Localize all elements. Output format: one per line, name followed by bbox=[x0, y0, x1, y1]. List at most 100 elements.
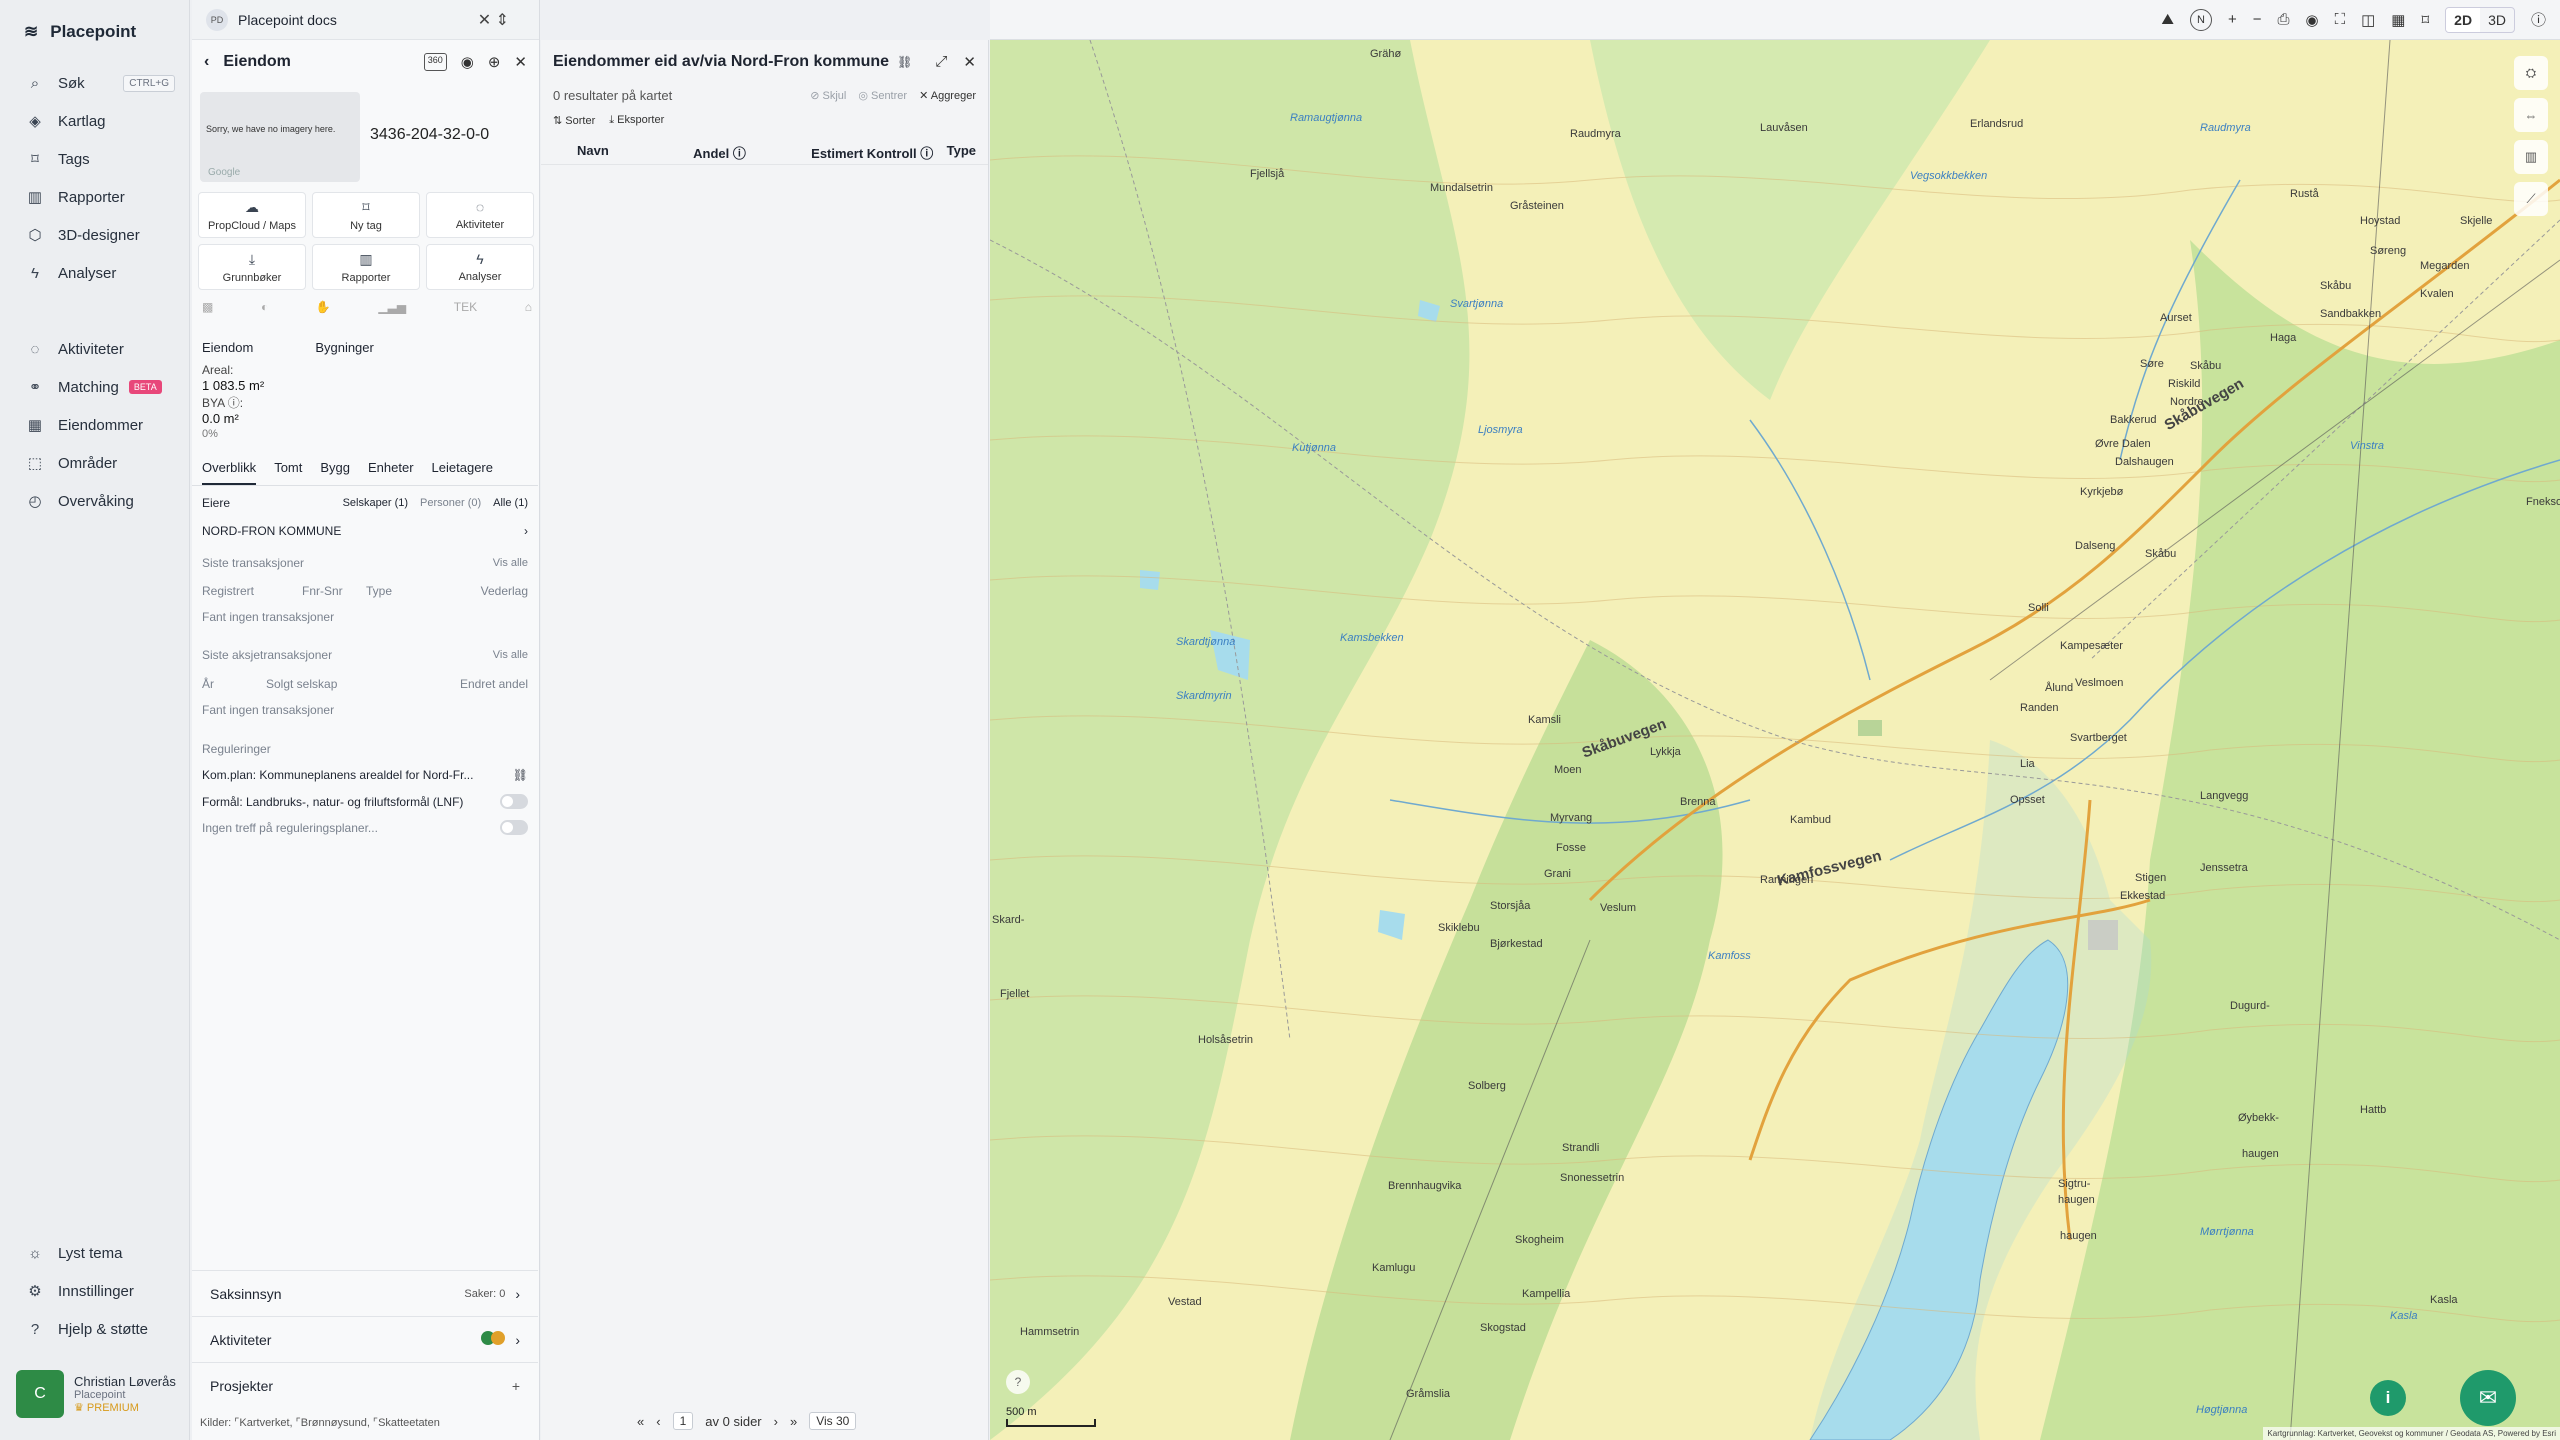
formal-toggle[interactable] bbox=[500, 794, 528, 809]
accordion-saksinnsyn[interactable]: Saksinnsyn Saker: 0 › bbox=[192, 1270, 538, 1316]
tab-tomt[interactable]: Tomt bbox=[274, 460, 302, 485]
fullscreen-icon[interactable]: ⛶ bbox=[2335, 11, 2346, 28]
mode-3d-button[interactable]: 3D bbox=[2480, 8, 2514, 32]
sidebar-item-eiendommer[interactable]: ▦ Eiendommer bbox=[0, 406, 189, 444]
eye-icon[interactable]: ◉ bbox=[461, 53, 474, 71]
zoom-in-icon[interactable]: + bbox=[2228, 11, 2237, 28]
chat-button[interactable]: ✉ bbox=[2460, 1370, 2516, 1426]
page-input[interactable]: 1 bbox=[672, 1412, 694, 1430]
reg-toggle[interactable] bbox=[500, 820, 528, 835]
close-icon[interactable]: ✕ bbox=[514, 53, 527, 71]
accordion-prosjekter[interactable]: Prosjekter + bbox=[192, 1362, 538, 1408]
filter-companies[interactable]: Selskaper (1) bbox=[343, 497, 408, 509]
page-size-select[interactable]: Vis 30 bbox=[809, 1412, 857, 1430]
info-button[interactable]: i bbox=[2370, 1380, 2406, 1416]
globe-icon[interactable]: ◐ bbox=[261, 300, 268, 314]
sidebar-item-omrader[interactable]: ⬚ Områder bbox=[0, 444, 189, 482]
next-page-icon[interactable]: › bbox=[774, 1414, 778, 1429]
tile-rapporter[interactable]: ▥ Rapporter bbox=[312, 244, 420, 290]
tile-aktiviteter[interactable]: ◌ Aktiviteter bbox=[426, 192, 534, 238]
tek-icon[interactable]: TEK bbox=[454, 300, 477, 314]
col-vederlag: Vederlag bbox=[480, 584, 528, 598]
tab-bygg[interactable]: Bygg bbox=[320, 460, 350, 485]
home-icon[interactable]: ⌂ bbox=[525, 300, 532, 314]
hide-button[interactable]: ⊘ Skjul bbox=[810, 89, 846, 102]
add-project-icon[interactable]: + bbox=[512, 1378, 520, 1394]
sidebar-item-theme[interactable]: ☼ Lyst tema bbox=[0, 1234, 190, 1272]
sidebar-item-search[interactable]: ⌕ Søk CTRL+G bbox=[0, 64, 189, 102]
tab-enheter[interactable]: Enheter bbox=[368, 460, 414, 485]
back-icon[interactable]: ‹ bbox=[204, 53, 209, 71]
sidebar-item-overvaking[interactable]: ◴ Overvåking bbox=[0, 482, 189, 520]
center-button[interactable]: ◎ Sentrer bbox=[858, 89, 907, 102]
add-icon[interactable]: ⊕ bbox=[488, 53, 501, 71]
place-label: Riskild bbox=[2168, 378, 2201, 390]
camera-icon[interactable]: ◫ bbox=[2361, 11, 2375, 29]
help-icon: ? bbox=[30, 1320, 40, 1338]
first-page-icon[interactable]: « bbox=[637, 1414, 644, 1429]
sidebar-item-tags[interactable]: ⌑ Tags bbox=[0, 140, 189, 178]
print-icon[interactable]: ⎙ bbox=[2277, 11, 2289, 28]
sb-icon[interactable]: ▩ bbox=[202, 300, 213, 314]
sidebar-item-help[interactable]: ? Hjelp & støtte bbox=[0, 1310, 190, 1348]
subtab-bygninger[interactable]: Bygninger bbox=[315, 340, 374, 355]
sidebar-item-matching[interactable]: ⚭ Matching BETA bbox=[0, 368, 189, 406]
link-icon[interactable]: ⛓ bbox=[897, 55, 912, 69]
place-label: Stigen bbox=[2135, 872, 2167, 884]
col-andel[interactable]: Andel ⓘ bbox=[693, 143, 811, 164]
map-canvas[interactable]: Grähø Lauvåsen Erlandsrud Raudmyra Rustå… bbox=[990, 40, 2560, 1440]
docs-bar[interactable]: PD Placepoint docs ✕ ⇕ bbox=[192, 0, 539, 40]
tile-propcloud[interactable]: ☁ PropCloud / Maps bbox=[198, 192, 306, 238]
eye-icon[interactable]: ◉ bbox=[2305, 11, 2318, 29]
profile-icon[interactable]: ⟋ bbox=[2514, 182, 2548, 216]
sidebar-item-3d-designer[interactable]: ⬡ 3D-designer bbox=[0, 216, 189, 254]
col-navn[interactable]: Navn bbox=[577, 143, 693, 164]
user-profile[interactable]: C Christian Løverås Placepoint ♛ PREMIUM bbox=[16, 1370, 176, 1418]
bookmark-icon[interactable]: ⌑ bbox=[2421, 11, 2429, 29]
col-type[interactable]: Type bbox=[947, 143, 976, 164]
export-button[interactable]: ⤓ Eksporter bbox=[609, 114, 664, 127]
layer-icon[interactable]: ⛰ bbox=[2161, 11, 2174, 28]
tile-ny-tag[interactable]: ⌑ Ny tag bbox=[312, 192, 420, 238]
sidebar-item-analyser[interactable]: ϟ Analyser bbox=[0, 254, 189, 292]
sort-button[interactable]: ⇅ Sorter bbox=[553, 114, 595, 127]
signal-icon[interactable]: ▁▃▅ bbox=[378, 300, 406, 314]
tile-grunnboker[interactable]: ⤓ Grunnbøker bbox=[198, 244, 306, 290]
prev-page-icon[interactable]: ‹ bbox=[656, 1414, 660, 1429]
tile-analyser[interactable]: ϟ Analyser bbox=[426, 244, 534, 290]
aggregate-button[interactable]: ✕ Aggreger bbox=[919, 89, 976, 102]
place-label: Søre bbox=[2140, 358, 2164, 370]
expand-icon[interactable]: ⤢ bbox=[935, 53, 947, 71]
help-icon[interactable]: ? bbox=[1006, 1370, 1030, 1394]
subtab-eiendom[interactable]: Eiendom bbox=[202, 340, 253, 355]
zoom-out-icon[interactable]: − bbox=[2253, 11, 2262, 28]
sidebar-item-settings[interactable]: ⚙ Innstillinger bbox=[0, 1272, 190, 1310]
street-view-thumbnail[interactable]: Sorry, we have no imagery here. Google bbox=[200, 92, 360, 182]
close-icon[interactable]: ✕ ⇕ bbox=[478, 10, 509, 30]
compass-icon[interactable]: N bbox=[2189, 8, 2212, 31]
sidebar-item-aktiviteter[interactable]: ◌ Aktiviteter bbox=[0, 330, 189, 368]
tab-leietagere[interactable]: Leietagere bbox=[432, 460, 493, 485]
tab-overblikk[interactable]: Overblikk bbox=[202, 460, 257, 485]
reg-plan[interactable]: Kom.plan: Kommuneplanens arealdel for No… bbox=[202, 768, 528, 782]
sidebar-item-kartlag[interactable]: ◈ Kartlag bbox=[0, 102, 189, 140]
grid-icon[interactable]: ▦ bbox=[2391, 11, 2405, 29]
filter-persons[interactable]: Personer (0) bbox=[420, 497, 481, 509]
layer-settings-icon[interactable]: ⛭ bbox=[2514, 56, 2548, 90]
last-page-icon[interactable]: » bbox=[790, 1414, 797, 1429]
stx-see-all[interactable]: Vis alle bbox=[493, 649, 528, 661]
mode-2d-button[interactable]: 2D bbox=[2446, 7, 2481, 32]
accordion-aktiviteter[interactable]: Aktiviteter › bbox=[192, 1316, 538, 1362]
col-estimert[interactable]: Estimert Kontroll ⓘ bbox=[811, 143, 946, 164]
stats-icon[interactable]: ▥ bbox=[2514, 140, 2548, 174]
view-360-button[interactable]: 360 bbox=[423, 53, 447, 71]
info-icon[interactable]: ⓘ bbox=[2531, 9, 2546, 30]
tx-see-all[interactable]: Vis alle bbox=[493, 557, 528, 569]
measure-icon[interactable]: ⇔ bbox=[2514, 98, 2548, 132]
sidebar-item-rapporter[interactable]: ▥ Rapporter bbox=[0, 178, 189, 216]
close-icon[interactable]: ✕ bbox=[963, 53, 976, 71]
owner-row[interactable]: NORD-FRON KOMMUNE › bbox=[202, 522, 528, 540]
hands-icon[interactable]: ✋ bbox=[316, 300, 331, 314]
filter-all[interactable]: Alle (1) bbox=[493, 497, 528, 509]
brand[interactable]: ≋ Placepoint bbox=[0, 0, 189, 64]
